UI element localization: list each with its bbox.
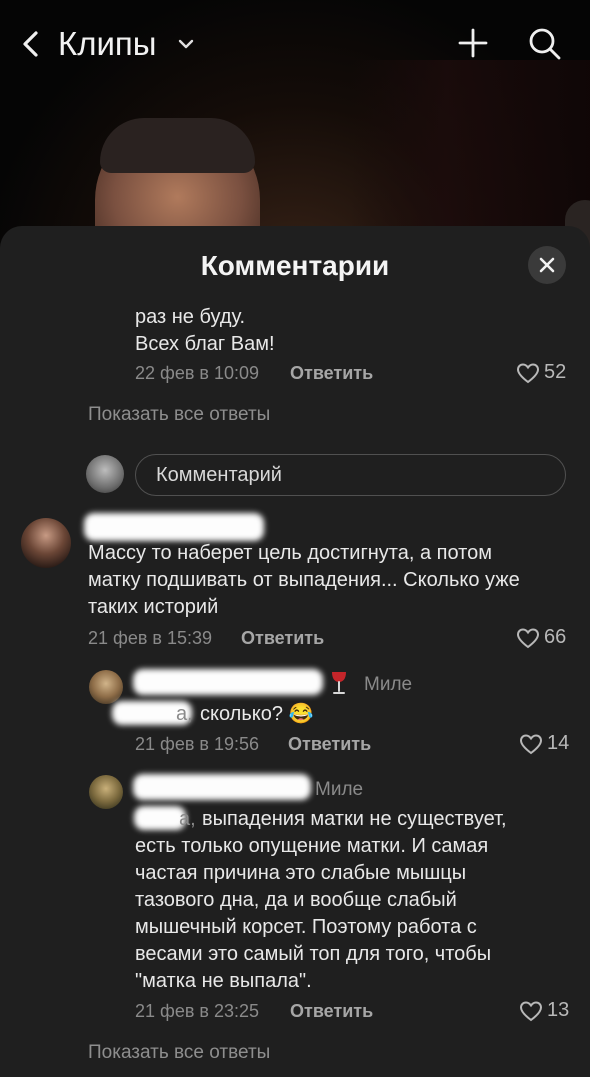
commenter-avatar[interactable] bbox=[89, 670, 123, 704]
comment-input[interactable] bbox=[135, 454, 566, 496]
mention-suffix: а, bbox=[179, 808, 196, 830]
comment-text-line: матку подшивать от выпадения... Сколько … bbox=[88, 569, 520, 591]
heart-icon bbox=[516, 362, 540, 383]
like-count: 52 bbox=[544, 361, 567, 383]
comment-text-line: таких историй bbox=[88, 596, 219, 618]
comment-date: 21 фев в 23:25 bbox=[135, 1001, 260, 1021]
reply-button[interactable]: Ответить bbox=[290, 1001, 373, 1022]
reply-button[interactable]: Ответить bbox=[241, 628, 324, 649]
close-button[interactable] bbox=[528, 246, 566, 284]
redacted-author-name bbox=[133, 774, 311, 800]
comment-text-line: раз не буду. bbox=[135, 306, 246, 328]
comment-text-line: Массу то наберет цель достигнута, а пото… bbox=[88, 542, 492, 564]
current-user-avatar bbox=[86, 455, 124, 493]
back-chevron-icon[interactable] bbox=[18, 30, 44, 58]
comments-sheet: Комментарии раз не буду. Всех благ Вам! … bbox=[0, 226, 590, 1077]
comment-text-line: "матка не выпала". bbox=[135, 970, 312, 992]
commenter-avatar[interactable] bbox=[89, 775, 123, 809]
like-button[interactable]: 14 bbox=[519, 732, 569, 755]
heart-icon bbox=[519, 733, 543, 754]
close-icon bbox=[539, 257, 555, 273]
like-button[interactable]: 52 bbox=[516, 361, 566, 384]
reply-to-name[interactable]: Миле bbox=[315, 779, 363, 801]
heart-icon bbox=[519, 1000, 543, 1021]
top-bar: Клипы bbox=[0, 0, 590, 90]
reply-to-name[interactable]: Миле bbox=[364, 674, 412, 696]
like-count: 13 bbox=[547, 999, 570, 1021]
comment-text-line: весами это самый топ для того, чтобы bbox=[135, 943, 492, 965]
like-button[interactable]: 66 bbox=[516, 626, 566, 649]
comment-text-line: есть только опущение матки. И самая bbox=[135, 835, 489, 857]
comment-text-line: сколько? 😂 bbox=[200, 703, 314, 725]
show-all-replies-link[interactable]: Показать все ответы bbox=[88, 404, 270, 426]
comment-date: 22 фев в 10:09 bbox=[135, 363, 260, 383]
comment-date: 21 фев в 15:39 bbox=[88, 628, 213, 648]
page-title[interactable]: Клипы bbox=[58, 25, 157, 63]
comment-date: 21 фев в 19:56 bbox=[135, 734, 260, 754]
comment-text-line: выпадения матки не существует, bbox=[202, 808, 507, 830]
mention-suffix: а, bbox=[176, 703, 193, 725]
like-button[interactable]: 13 bbox=[519, 999, 569, 1022]
like-count: 14 bbox=[547, 732, 570, 754]
heart-icon bbox=[516, 627, 540, 648]
show-all-replies-link[interactable]: Показать все ответы bbox=[88, 1042, 270, 1064]
like-count: 66 bbox=[544, 626, 567, 648]
sheet-title: Комментарии bbox=[200, 250, 390, 281]
redacted-author-name bbox=[133, 669, 323, 695]
comment-text-line: частая причина это слабые мышцы bbox=[135, 862, 467, 884]
reply-button[interactable]: Ответить bbox=[288, 734, 371, 755]
person-hair bbox=[100, 118, 255, 173]
commenter-avatar[interactable] bbox=[21, 518, 71, 568]
wine-glass-icon bbox=[332, 672, 346, 694]
comment-text-line: тазового дна, да и вообще слабый bbox=[135, 889, 457, 911]
plus-icon[interactable] bbox=[457, 27, 489, 59]
redacted-author-name bbox=[84, 513, 264, 541]
search-icon[interactable] bbox=[528, 27, 562, 61]
reply-button[interactable]: Ответить bbox=[290, 363, 373, 384]
comment-text-line: Всех благ Вам! bbox=[135, 333, 275, 355]
dropdown-caret-icon[interactable] bbox=[176, 37, 196, 51]
comment-text-line: мышечный корсет. Поэтому работа с bbox=[135, 916, 477, 938]
